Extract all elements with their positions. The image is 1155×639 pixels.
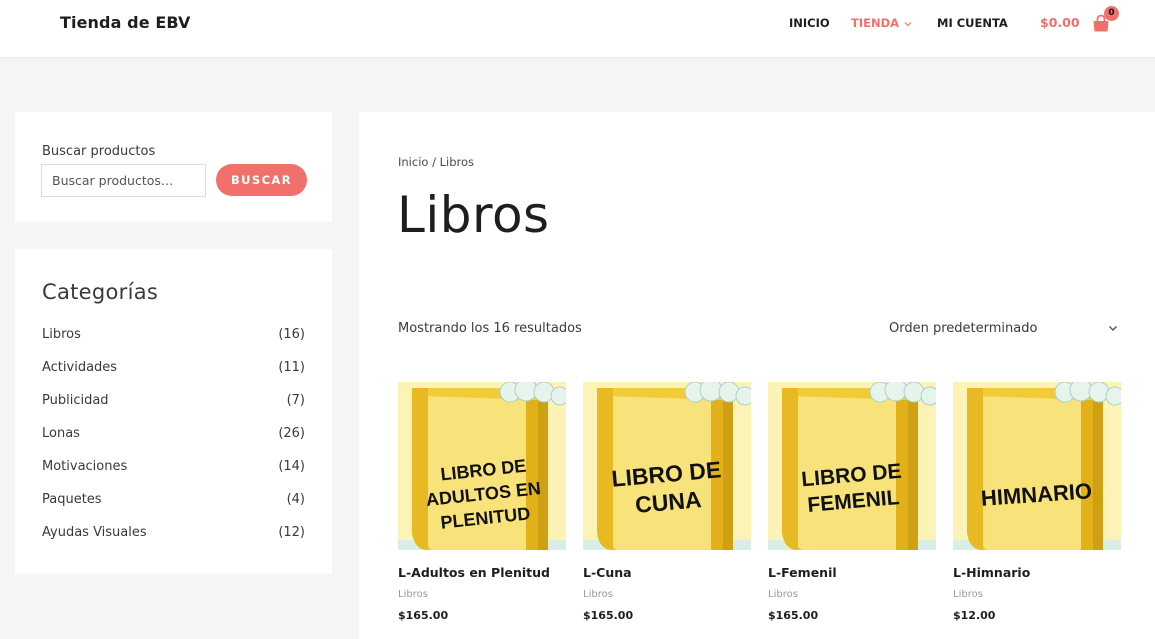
category-name[interactable]: Libros xyxy=(42,327,81,342)
nav-item-tienda-label: TIENDA xyxy=(851,16,900,30)
sort-select[interactable]: Orden predeterminado xyxy=(889,319,1119,341)
page-title: Libros xyxy=(397,186,550,244)
product-price: $165.00 xyxy=(583,609,634,622)
category-count: (14) xyxy=(278,459,305,474)
cart-count-badge: 0 xyxy=(1104,6,1119,21)
result-count: Mostrando los 16 resultados xyxy=(398,321,582,336)
category-name[interactable]: Ayudas Visuales xyxy=(42,525,147,540)
product-card[interactable]: LIBRO DE ADULTOS EN PLENITUD L-Adultos e… xyxy=(398,382,566,639)
chevron-down-icon xyxy=(904,16,912,30)
search-widget: Buscar productos BUSCAR xyxy=(15,112,332,222)
nav-item-tienda[interactable]: TIENDA xyxy=(851,16,912,30)
category-item[interactable]: Ayudas Visuales (12) xyxy=(42,525,305,543)
product-price: $165.00 xyxy=(398,609,449,622)
product-category: Libros xyxy=(583,589,613,600)
product-image[interactable]: HIMNARIO xyxy=(953,382,1121,550)
category-count: (12) xyxy=(278,525,305,540)
category-count: (4) xyxy=(286,492,305,507)
main-content: Inicio / Libros Libros Mostrando los 16 … xyxy=(359,112,1155,639)
category-name[interactable]: Motivaciones xyxy=(42,459,127,474)
product-image[interactable]: LIBRO DE FEMENIL xyxy=(768,382,936,550)
category-item[interactable]: Paquetes (4) xyxy=(42,492,305,510)
category-count: (26) xyxy=(278,426,305,441)
nav-item-mi-cuenta[interactable]: MI CUENTA xyxy=(937,16,1008,30)
product-card[interactable]: HIMNARIO L-Himnario Libros $12.00 xyxy=(953,382,1121,639)
product-card[interactable]: LIBRO DE CUNA L-Cuna Libros $165.00 xyxy=(583,382,751,639)
category-item[interactable]: Publicidad (7) xyxy=(42,393,305,411)
cart-total[interactable]: $0.00 xyxy=(1040,15,1080,30)
breadcrumb[interactable]: Inicio / Libros xyxy=(398,155,474,169)
category-name[interactable]: Actividades xyxy=(42,360,117,375)
category-name[interactable]: Publicidad xyxy=(42,393,109,408)
search-input[interactable] xyxy=(41,164,206,197)
product-image[interactable]: LIBRO DE ADULTOS EN PLENITUD xyxy=(398,382,566,550)
product-card[interactable]: LIBRO DE FEMENIL L-Femenil Libros $165.0… xyxy=(768,382,936,639)
product-category: Libros xyxy=(768,589,798,600)
categories-widget: Categorías Libros (16) Actividades (11) … xyxy=(15,249,332,574)
category-item[interactable]: Motivaciones (14) xyxy=(42,459,305,477)
product-name[interactable]: L-Femenil xyxy=(768,565,837,580)
category-count: (7) xyxy=(286,393,305,408)
product-image[interactable]: LIBRO DE CUNA xyxy=(583,382,751,550)
product-price: $12.00 xyxy=(953,609,996,622)
sort-select-value: Orden predeterminado xyxy=(889,321,1038,336)
category-name[interactable]: Lonas xyxy=(42,426,80,441)
category-item[interactable]: Lonas (26) xyxy=(42,426,305,444)
chevron-down-icon xyxy=(1107,322,1119,334)
product-name[interactable]: L-Cuna xyxy=(583,565,632,580)
product-name[interactable]: L-Adultos en Plenitud xyxy=(398,565,550,580)
search-button[interactable]: BUSCAR xyxy=(216,164,307,196)
site-brand[interactable]: Tienda de EBV xyxy=(60,13,191,32)
product-category: Libros xyxy=(398,589,428,600)
site-header: Tienda de EBV INICIO TIENDA MI CUENTA $0… xyxy=(0,0,1155,58)
product-name[interactable]: L-Himnario xyxy=(953,565,1030,580)
nav-item-inicio[interactable]: INICIO xyxy=(789,16,830,30)
category-item[interactable]: Actividades (11) xyxy=(42,360,305,378)
product-category: Libros xyxy=(953,589,983,600)
category-name[interactable]: Paquetes xyxy=(42,492,102,507)
search-widget-title: Buscar productos xyxy=(42,144,156,159)
category-count: (11) xyxy=(278,360,305,375)
category-count: (16) xyxy=(278,327,305,342)
categories-title: Categorías xyxy=(42,280,159,304)
category-item[interactable]: Libros (16) xyxy=(42,327,305,345)
product-price: $165.00 xyxy=(768,609,819,622)
